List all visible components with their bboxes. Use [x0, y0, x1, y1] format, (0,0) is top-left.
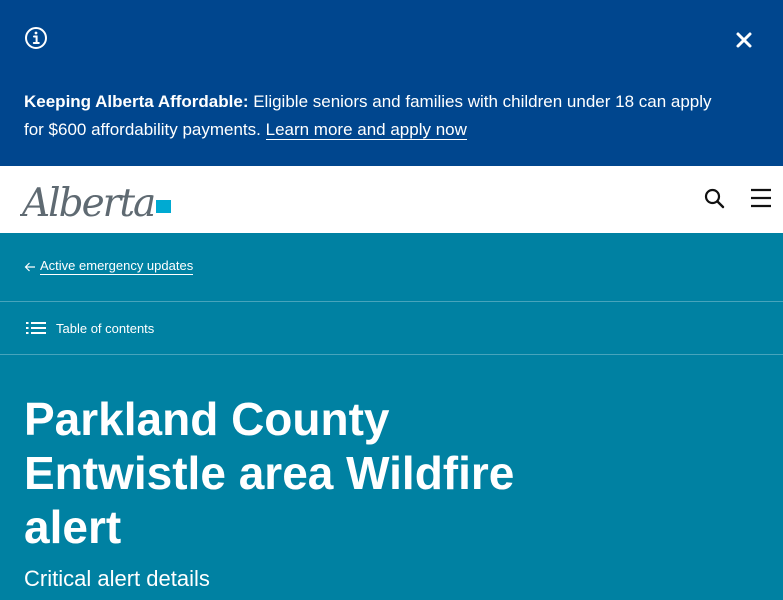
logo-wordmark: Alberta	[20, 181, 154, 224]
notice-heading: Keeping Alberta Affordable:	[24, 92, 249, 111]
table-of-contents-toggle[interactable]: Table of contents	[26, 320, 154, 336]
page-subtitle: Critical alert details	[24, 566, 210, 591]
notice-banner: Keeping Alberta Affordable: Eligible sen…	[0, 0, 783, 166]
divider	[0, 354, 783, 355]
site-header: Alberta	[0, 166, 783, 233]
toc-label: Table of contents	[56, 320, 155, 336]
logo-accent	[156, 200, 171, 213]
alberta-logo[interactable]: Alberta	[20, 176, 175, 224]
close-notice-button[interactable]	[732, 28, 756, 52]
search-icon[interactable]	[702, 186, 726, 210]
menu-icon[interactable]	[749, 186, 773, 210]
page-title: Parkland County Entwistle area Wildfire …	[24, 393, 515, 553]
info-icon	[25, 27, 47, 49]
divider	[0, 301, 783, 302]
notice-message: Keeping Alberta Affordable: Eligible sen…	[24, 88, 724, 144]
list-icon	[26, 322, 46, 334]
learn-more-link[interactable]: Learn more and apply now	[265, 120, 467, 140]
breadcrumb: Active emergency updates	[24, 258, 194, 275]
arrow-left-icon	[24, 262, 35, 271]
active-emergency-updates-link[interactable]: Active emergency updates	[40, 258, 194, 275]
